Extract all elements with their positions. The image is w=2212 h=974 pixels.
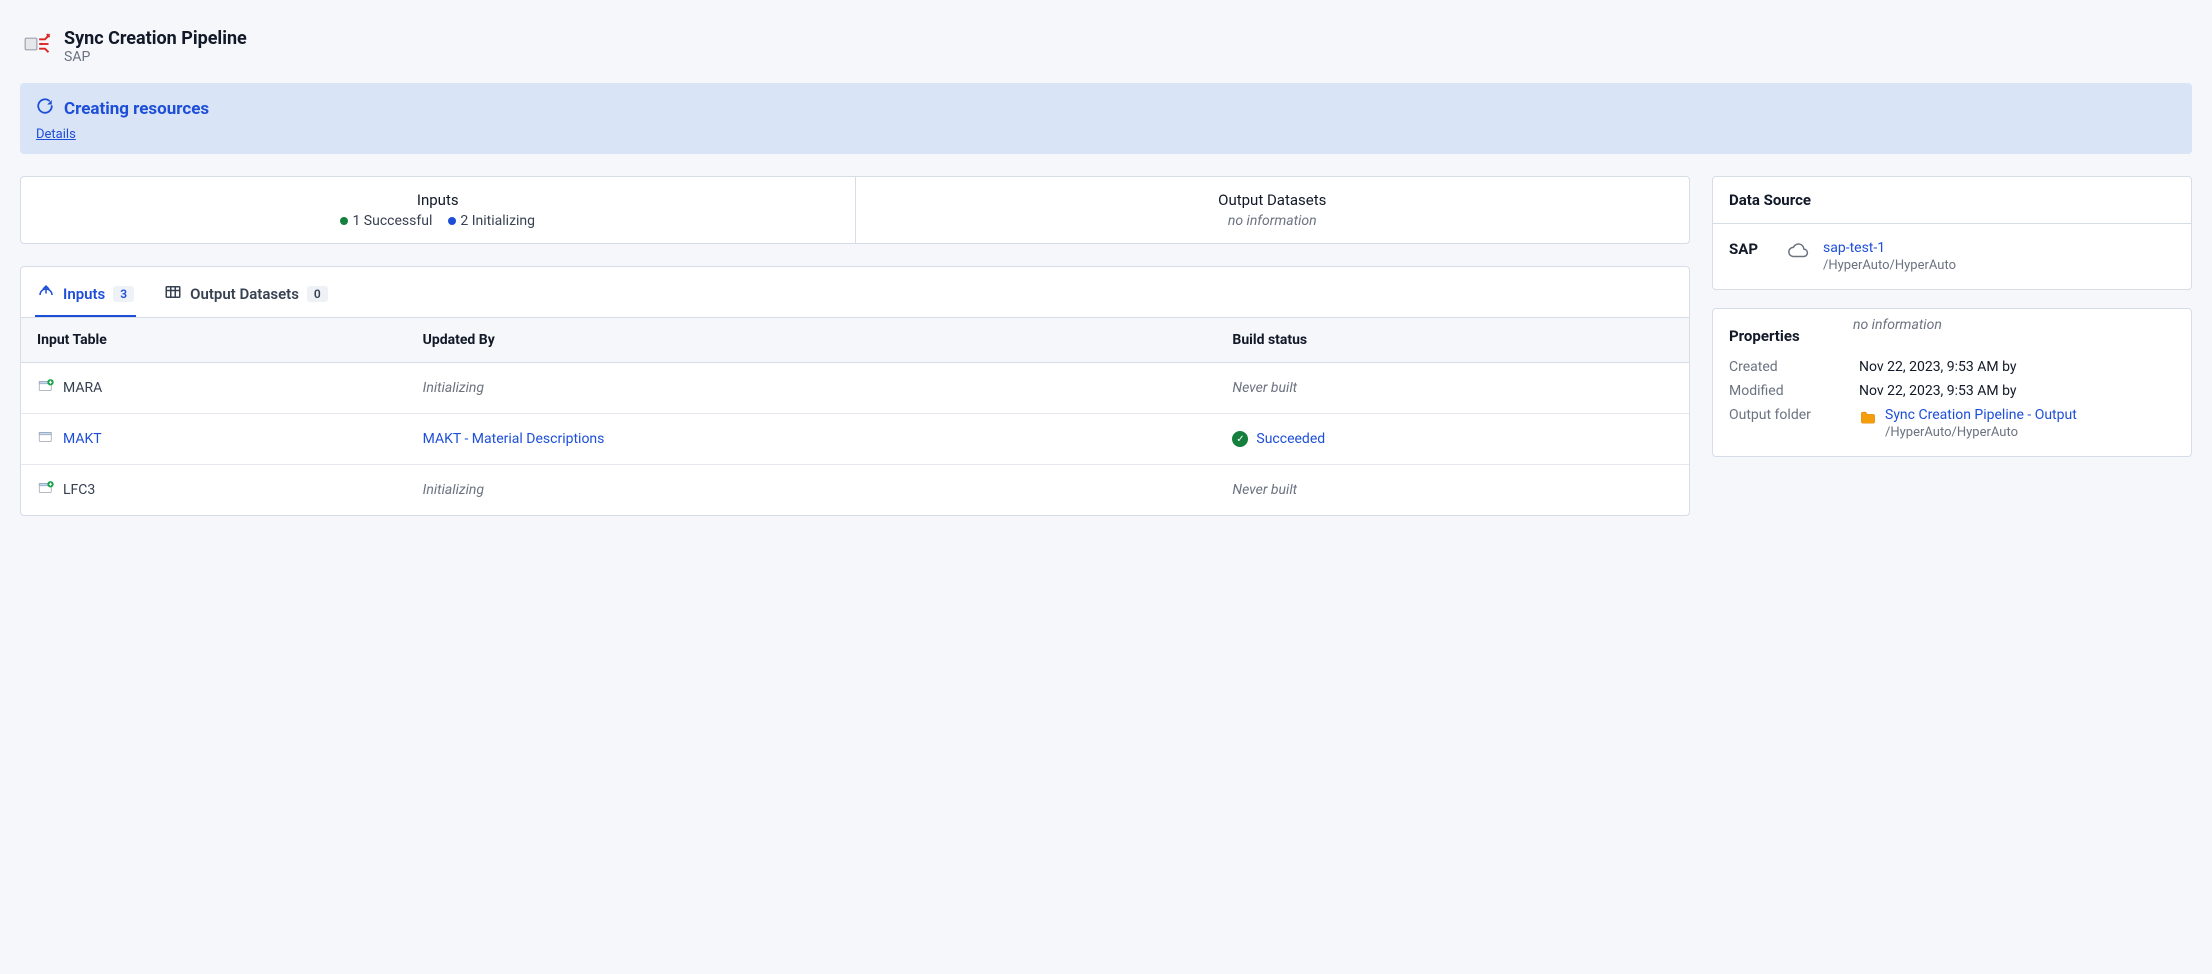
col-build-status: Build status xyxy=(1216,318,1689,363)
dot-initializing-icon xyxy=(448,217,456,225)
output-folder-path: /HyperAuto/HyperAuto xyxy=(1885,425,2077,440)
output-folder-link[interactable]: Sync Creation Pipeline - Output xyxy=(1885,407,2077,423)
summary-outputs-sub: no information xyxy=(872,213,1674,229)
tab-outputs-label: Output Datasets xyxy=(190,285,299,303)
properties-noinfo: no information xyxy=(1853,317,1942,333)
summary-outputs-title: Output Datasets xyxy=(872,191,1674,209)
page-title: Sync Creation Pipeline xyxy=(64,28,247,49)
table-row-name[interactable]: MAKT xyxy=(63,431,102,447)
page-header: Sync Creation Pipeline SAP xyxy=(20,20,2192,83)
data-source-path: /HyperAuto/HyperAuto xyxy=(1823,258,1956,273)
prop-modified-label: Modified xyxy=(1729,383,1849,399)
tab-inputs[interactable]: Inputs 3 xyxy=(35,277,136,317)
data-source-title: Data Source xyxy=(1713,177,2191,224)
upload-icon xyxy=(37,283,55,305)
folder-icon xyxy=(1859,409,1877,427)
dataset-new-icon xyxy=(37,377,55,399)
build-status-never-built: Never built xyxy=(1232,482,1297,498)
status-banner-title: Creating resources xyxy=(64,99,209,119)
build-status-never-built: Never built xyxy=(1232,380,1297,396)
dataset-icon xyxy=(37,428,55,450)
cloud-icon xyxy=(1787,240,1809,266)
table-row: MAKT MAKT - Material Descriptions ✓Succeed… xyxy=(21,414,1689,465)
prop-modified-value: Nov 22, 2023, 9:53 AM by xyxy=(1859,383,2175,399)
table-row-updated-by: Initializing xyxy=(423,380,484,396)
table-row-name: MARA xyxy=(63,380,102,396)
properties-title: Properties xyxy=(1713,309,2191,353)
table-icon xyxy=(164,283,182,305)
properties-panel: no information Properties Created Nov 22… xyxy=(1712,308,2192,457)
tab-inputs-label: Inputs xyxy=(63,285,105,303)
check-circle-icon: ✓ xyxy=(1232,431,1248,447)
data-source-name-link[interactable]: sap-test-1 xyxy=(1823,240,1956,256)
pipeline-icon xyxy=(24,30,52,58)
summary-inputs-card[interactable]: Inputs 1 Successful 2 Initializing xyxy=(20,176,855,244)
prop-created-label: Created xyxy=(1729,359,1849,375)
summary-inputs-title: Inputs xyxy=(37,191,839,209)
status-banner: Creating resources Details xyxy=(20,83,2192,154)
summary-row: Inputs 1 Successful 2 Initializing Outpu… xyxy=(20,176,1690,244)
table-row: LFC3 Initializing Never built xyxy=(21,465,1689,516)
data-source-panel: Data Source SAP sap-test-1 /HyperAuto/Hy… xyxy=(1712,176,2192,290)
tab-outputs-count: 0 xyxy=(307,286,328,302)
inputs-table: Input Table Updated By Build status MARA… xyxy=(21,317,1689,515)
refresh-icon xyxy=(36,97,54,120)
data-source-label: SAP xyxy=(1729,240,1773,258)
details-link[interactable]: Details xyxy=(36,127,76,142)
col-input-table: Input Table xyxy=(21,318,407,363)
table-row-name: LFC3 xyxy=(63,482,95,498)
table-row-updated-by: Initializing xyxy=(423,482,484,498)
col-updated-by: Updated By xyxy=(407,318,1217,363)
summary-inputs-sub: 1 Successful 2 Initializing xyxy=(37,213,839,229)
table-row: MARA Initializing Never built xyxy=(21,363,1689,414)
tab-output-datasets[interactable]: Output Datasets 0 xyxy=(162,277,330,317)
dataset-new-icon xyxy=(37,479,55,501)
prop-created-value: Nov 22, 2023, 9:53 AM by xyxy=(1859,359,2175,375)
prop-output-folder-label: Output folder xyxy=(1729,407,1849,423)
page-subtitle: SAP xyxy=(64,49,247,65)
summary-outputs-card[interactable]: Output Datasets no information xyxy=(855,176,1691,244)
build-status-succeeded: ✓Succeeded xyxy=(1232,431,1673,447)
dot-success-icon xyxy=(340,217,348,225)
prop-output-folder-value: Sync Creation Pipeline - Output /HyperAu… xyxy=(1859,407,2175,440)
tab-inputs-count: 3 xyxy=(113,286,134,302)
table-row-updated-by[interactable]: MAKT - Material Descriptions xyxy=(423,431,605,447)
tabbed-panel: Inputs 3 Output Datasets 0 xyxy=(20,266,1690,516)
